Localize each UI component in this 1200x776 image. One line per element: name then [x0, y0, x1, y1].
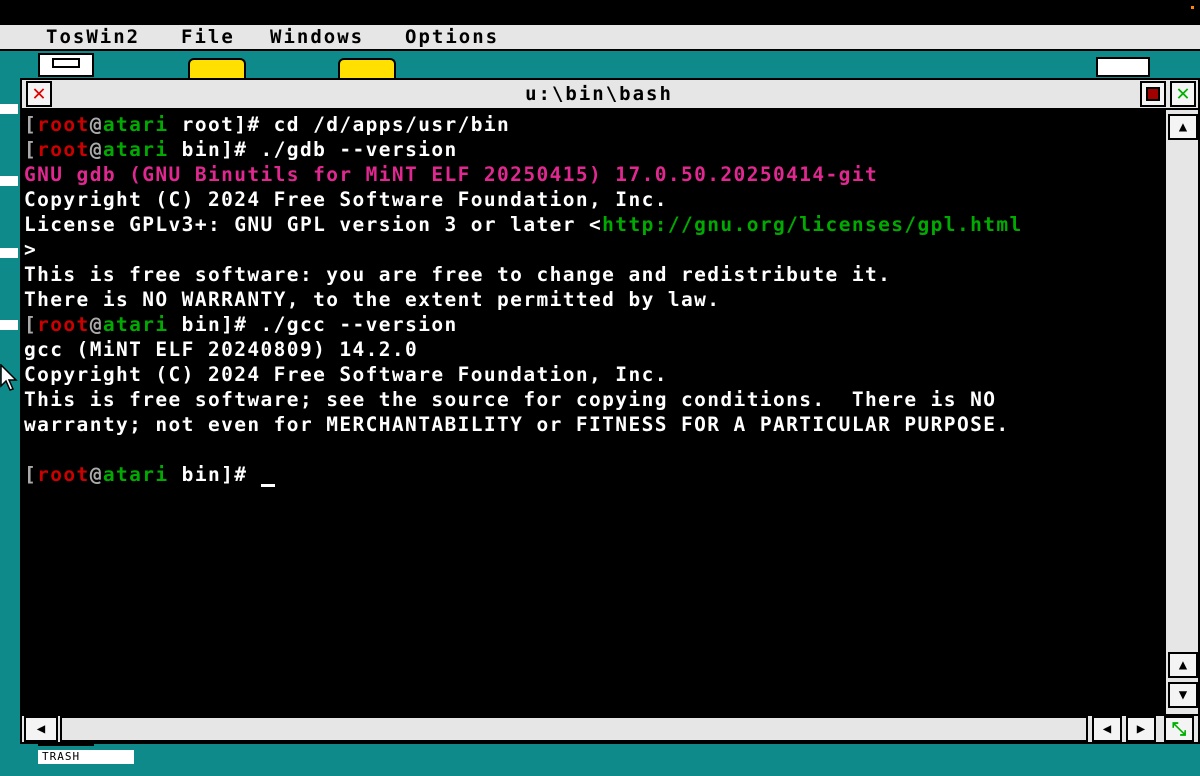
- terminal-prompt-line: [root@atari root]# cd /d/apps/usr/bin: [24, 112, 1023, 137]
- top-system-bar: [0, 0, 1200, 25]
- window-title: u:\bin\bash: [525, 83, 673, 105]
- fuller-button[interactable]: ✕: [1170, 81, 1196, 107]
- text-cursor: [260, 466, 275, 487]
- menu-file[interactable]: File: [181, 26, 235, 48]
- prompt-at: @: [89, 463, 103, 486]
- arrow-down-icon: ▼: [1178, 687, 1188, 703]
- prompt-bracket: [: [24, 463, 38, 486]
- desktop-icon-edge[interactable]: [0, 320, 18, 330]
- prompt-at: @: [89, 113, 103, 136]
- horizontal-scrollbar[interactable]: ◀ ◀ ▶ ⤡: [22, 714, 1198, 742]
- menu-windows[interactable]: Windows: [270, 26, 364, 48]
- prompt-host: atari: [102, 113, 169, 136]
- prompt-bracket: [: [24, 113, 38, 136]
- prompt-dir: bin]#: [168, 313, 261, 336]
- menu-toswin2[interactable]: TosWin2: [46, 26, 140, 48]
- output-text: >: [24, 238, 38, 261]
- prompt-command: ./gdb --version: [260, 138, 458, 161]
- output-text: License GPLv3+: GNU GPL version 3 or lat…: [24, 213, 603, 236]
- terminal-output: [root@atari root]# cd /d/apps/usr/bin [ro…: [24, 112, 1023, 487]
- output-text: There is NO WARRANTY, to the extent perm…: [24, 288, 721, 311]
- terminal-output-line: warranty; not even for MERCHANTABILITY o…: [24, 412, 1023, 437]
- arrow-left-icon: ◀: [1102, 721, 1112, 737]
- terminal-prompt-line: [root@atari bin]# ./gdb --version: [24, 137, 1023, 162]
- terminal-window: ✕ u:\bin\bash ✕ [root@atari root]# cd /d…: [20, 78, 1200, 744]
- terminal-output-line: This is free software; see the source fo…: [24, 387, 1023, 412]
- resize-button[interactable]: ⤡: [1164, 716, 1194, 742]
- prompt-host: atari: [102, 138, 169, 161]
- terminal-output-line: GNU gdb (GNU Binutils for MiNT ELF 20250…: [24, 162, 1023, 187]
- prompt-dir: bin]#: [168, 463, 261, 486]
- arrow-right-icon: ▶: [1136, 721, 1146, 737]
- scroll-right-button[interactable]: ▶: [1126, 716, 1156, 742]
- horizontal-scroll-thumb[interactable]: [60, 716, 1088, 742]
- prompt-at: @: [89, 138, 103, 161]
- output-text: GNU gdb (GNU Binutils for MiNT ELF 20250…: [24, 163, 879, 186]
- prompt-host: atari: [102, 313, 169, 336]
- scroll-left-button[interactable]: ◀: [24, 716, 58, 742]
- status-dot: [1191, 6, 1194, 9]
- prompt-user: root: [37, 138, 90, 161]
- title-drag-area[interactable]: u:\bin\bash: [62, 80, 1136, 108]
- desktop-icon-edge[interactable]: [0, 104, 18, 114]
- output-text: This is free software; see the source fo…: [24, 388, 997, 411]
- scroll-left-button[interactable]: ◀: [1092, 716, 1122, 742]
- vertical-scrollbar[interactable]: ▲ ▲ ▼: [1164, 110, 1198, 714]
- desktop-icon-edge[interactable]: [0, 176, 18, 186]
- menu-options[interactable]: Options: [405, 26, 499, 48]
- prompt-user: root: [37, 113, 90, 136]
- drive-icon[interactable]: [38, 53, 94, 77]
- menu-bar: TosWin2 File Windows Options: [0, 25, 1200, 51]
- scroll-up-button[interactable]: ▲: [1168, 652, 1198, 678]
- close-button[interactable]: ✕: [26, 81, 52, 107]
- output-text: warranty; not even for MERCHANTABILITY o…: [24, 413, 1010, 436]
- terminal-prompt-line: [root@atari bin]# ./gcc --version: [24, 312, 1023, 337]
- terminal-output-line: Copyright (C) 2024 Free Software Foundat…: [24, 187, 1023, 212]
- output-link: http://gnu.org/licenses/gpl.html: [602, 213, 1023, 236]
- prompt-at: @: [89, 313, 103, 336]
- trash-label[interactable]: TRASH: [38, 750, 134, 764]
- arrow-left-icon: ◀: [36, 721, 46, 737]
- resize-icon: ⤡: [1171, 718, 1187, 740]
- desktop-icon-edge[interactable]: [0, 248, 18, 258]
- scroll-down-button[interactable]: ▼: [1168, 682, 1198, 708]
- iconify-icon: [1146, 87, 1160, 101]
- scroll-up-button[interactable]: ▲: [1168, 114, 1198, 140]
- close-icon: ✕: [32, 81, 46, 106]
- terminal-output-line: There is NO WARRANTY, to the extent perm…: [24, 287, 1023, 312]
- terminal-output-line: License GPLv3+: GNU GPL version 3 or lat…: [24, 212, 1023, 237]
- output-text: Copyright (C) 2024 Free Software Foundat…: [24, 363, 668, 386]
- terminal-output-line: This is free software: you are free to c…: [24, 262, 1023, 287]
- terminal-output-line: >: [24, 237, 1023, 262]
- prompt-dir: bin]#: [168, 138, 261, 161]
- output-text: gcc (MiNT ELF 20240809) 14.2.0: [24, 338, 419, 361]
- desktop-icon[interactable]: [1096, 57, 1150, 77]
- terminal-area[interactable]: [root@atari root]# cd /d/apps/usr/bin [ro…: [22, 110, 1164, 714]
- prompt-dir: root]#: [168, 113, 274, 136]
- terminal-prompt-line: [root@atari bin]#: [24, 462, 1023, 487]
- prompt-command: ./gcc --version: [260, 313, 458, 336]
- prompt-command: cd /d/apps/usr/bin: [273, 113, 511, 136]
- terminal-output-line: gcc (MiNT ELF 20240809) 14.2.0: [24, 337, 1023, 362]
- prompt-bracket: [: [24, 138, 38, 161]
- fuller-icon: ✕: [1176, 81, 1190, 106]
- title-bar[interactable]: ✕ u:\bin\bash ✕: [22, 80, 1198, 110]
- arrow-up-icon: ▲: [1178, 119, 1188, 135]
- prompt-bracket: [: [24, 313, 38, 336]
- prompt-user: root: [37, 313, 90, 336]
- iconify-button[interactable]: [1140, 81, 1166, 107]
- prompt-host: atari: [102, 463, 169, 486]
- output-text: This is free software: you are free to c…: [24, 263, 892, 286]
- arrow-up-icon: ▲: [1178, 657, 1188, 673]
- terminal-output-line: Copyright (C) 2024 Free Software Foundat…: [24, 362, 1023, 387]
- folder-icon[interactable]: [188, 58, 246, 78]
- mouse-pointer-icon: [0, 364, 18, 391]
- output-text: Copyright (C) 2024 Free Software Foundat…: [24, 188, 668, 211]
- folder-icon[interactable]: [338, 58, 396, 78]
- prompt-user: root: [37, 463, 90, 486]
